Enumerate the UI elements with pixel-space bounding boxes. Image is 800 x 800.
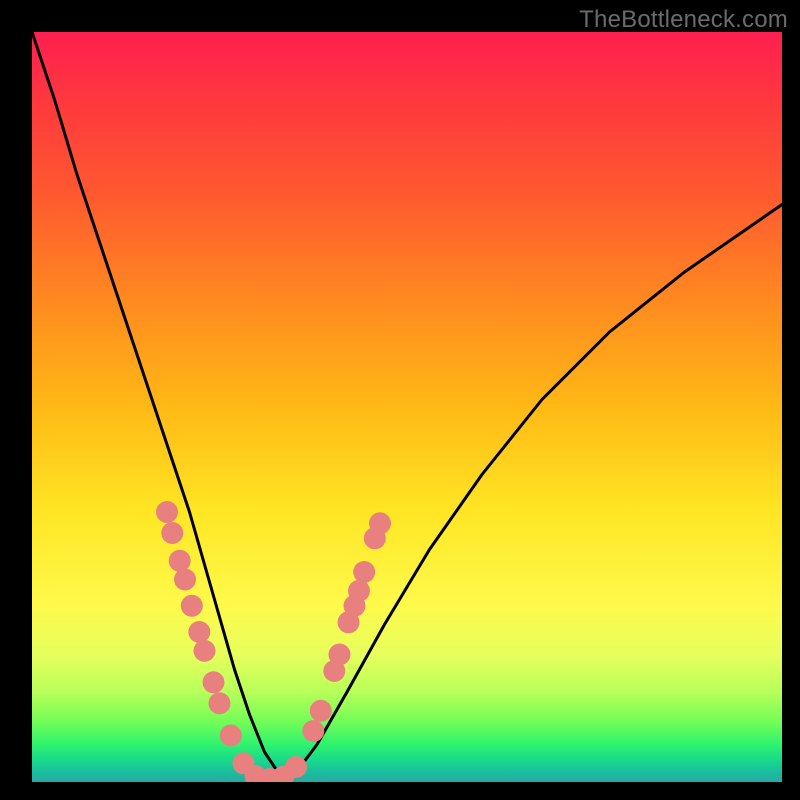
- highlight-dot: [181, 595, 203, 617]
- highlight-dot: [220, 725, 242, 747]
- bottleneck-curve: [32, 32, 782, 775]
- highlight-dot: [302, 720, 324, 742]
- watermark-label: TheBottleneck.com: [579, 6, 788, 34]
- highlight-dot: [310, 700, 332, 722]
- highlight-dot: [209, 692, 231, 714]
- curve-layer: [32, 32, 782, 782]
- highlight-dot: [169, 550, 191, 572]
- highlight-dot: [174, 569, 196, 591]
- highlight-dot: [348, 580, 370, 602]
- highlight-dot: [285, 756, 307, 778]
- highlight-dot: [161, 522, 183, 544]
- highlight-dot: [203, 671, 225, 693]
- highlight-dot: [156, 501, 178, 523]
- highlight-dot: [194, 640, 216, 662]
- highlight-dot: [353, 561, 375, 583]
- highlight-dot: [329, 644, 351, 666]
- chart-frame: TheBottleneck.com: [0, 0, 800, 800]
- highlight-dots: [156, 501, 391, 782]
- highlight-dot: [188, 621, 210, 643]
- plot-area: [32, 32, 782, 782]
- highlight-dot: [369, 512, 391, 534]
